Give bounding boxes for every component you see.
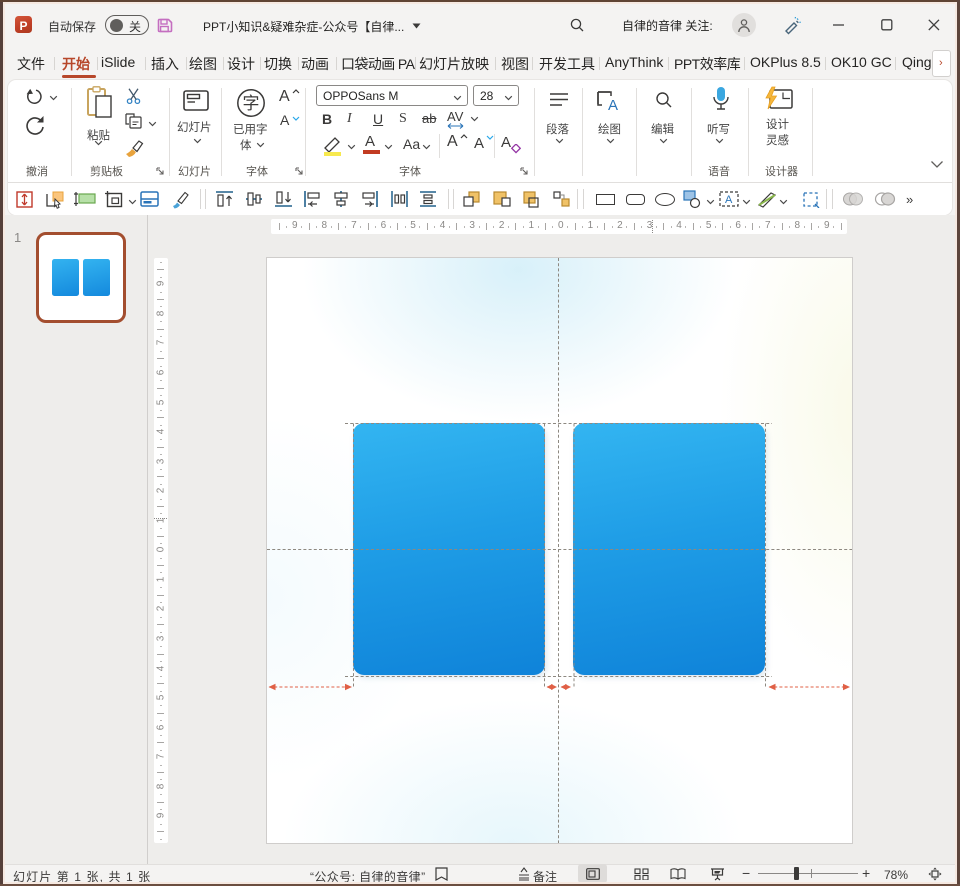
- svg-text:字: 字: [243, 94, 260, 113]
- svg-text:A: A: [608, 97, 618, 114]
- svg-text:A: A: [725, 194, 733, 206]
